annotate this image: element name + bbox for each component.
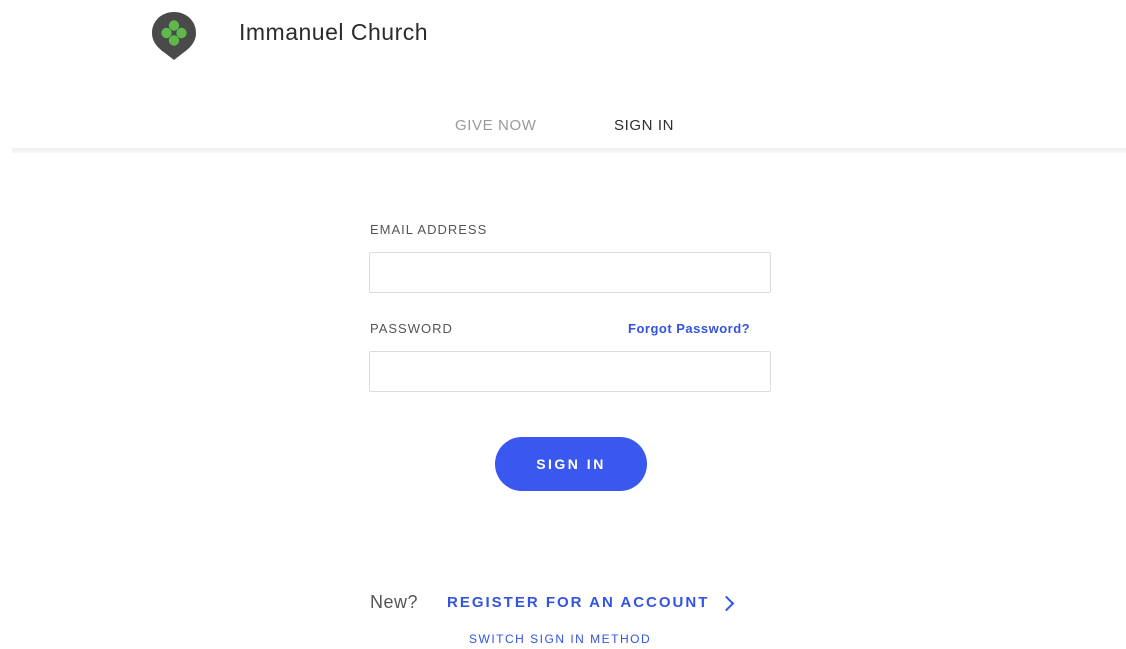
password-field[interactable]	[369, 351, 771, 392]
nav-give-now[interactable]: GIVE NOW	[455, 117, 536, 134]
switch-sign-in-method-link[interactable]: SWITCH SIGN IN METHOD	[469, 632, 651, 646]
new-user-text: New?	[370, 592, 419, 612]
nav-divider	[12, 148, 1126, 153]
clover-pin-icon[interactable]	[151, 11, 197, 61]
nav-sign-in[interactable]: SIGN IN	[614, 117, 674, 134]
email-field[interactable]	[369, 252, 771, 293]
top-nav: GIVE NOW SIGN IN	[0, 117, 1126, 139]
register-link[interactable]: REGISTER FOR AN ACCOUNT	[447, 594, 735, 611]
forgot-password-link[interactable]: Forgot Password?	[628, 321, 750, 336]
sign-in-page: Immanuel Church GIVE NOW SIGN IN EMAIL A…	[0, 0, 1126, 649]
chevron-right-icon	[719, 595, 735, 611]
register-link-label: REGISTER FOR AN ACCOUNT	[447, 594, 710, 611]
password-label: PASSWORD	[370, 321, 453, 336]
org-name: Immanuel Church	[239, 19, 429, 45]
sign-in-button[interactable]: SIGN IN	[495, 437, 647, 491]
email-label: EMAIL ADDRESS	[370, 222, 488, 237]
